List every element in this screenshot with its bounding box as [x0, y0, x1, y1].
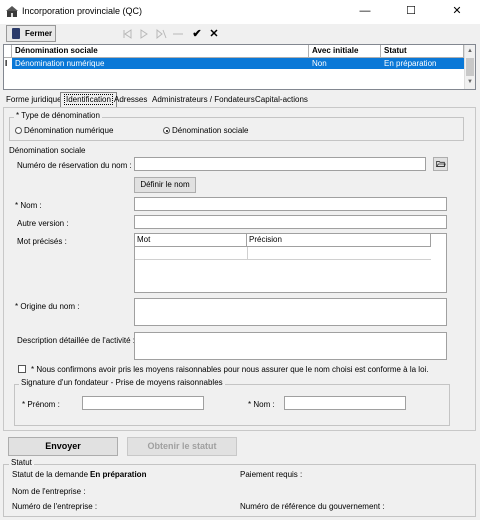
- first-icon[interactable]: [120, 27, 134, 41]
- radio-numerique[interactable]: Dénomination numérique: [15, 126, 113, 135]
- mots-header-mot[interactable]: Mot: [135, 234, 247, 247]
- grid-header-denomination[interactable]: Dénomination sociale: [12, 45, 309, 58]
- grid-header-initiale[interactable]: Avec initiale: [309, 45, 381, 58]
- scroll-down-icon[interactable]: ▼: [467, 79, 473, 85]
- close-window-button[interactable]: ✕: [434, 0, 480, 22]
- prenom-label: * Prénom :: [22, 400, 60, 409]
- cell-denomination[interactable]: Dénomination numérique: [12, 58, 309, 69]
- table-row[interactable]: I Dénomination numérique Non En préparat…: [4, 58, 464, 69]
- close-form-button[interactable]: Fermer: [6, 25, 56, 42]
- confirm-checkbox[interactable]: [18, 365, 26, 373]
- description-label: Description détaillée de l'activité :: [17, 336, 136, 345]
- statut-demande-value: En préparation: [90, 470, 147, 479]
- radio-numerique-icon[interactable]: [15, 127, 22, 135]
- grid-header-statut[interactable]: Statut: [381, 45, 464, 58]
- check-icon[interactable]: ✔: [190, 27, 204, 41]
- last-icon[interactable]: [171, 27, 185, 41]
- nom-entreprise-label: Nom de l'entreprise :: [12, 487, 86, 496]
- origine-textarea[interactable]: [134, 298, 447, 326]
- toolbar: Fermer ✔ ✕: [0, 24, 480, 44]
- tab-administrateurs[interactable]: Administrateurs / Fondateurs: [149, 93, 258, 107]
- signature-title: Signature d'un fondateur - Prise de moye…: [19, 378, 225, 387]
- numero-entreprise-label: Numéro de l'entreprise :: [12, 502, 98, 511]
- paiement-label: Paiement requis :: [240, 470, 303, 479]
- denomination-group-title: Dénomination sociale: [9, 146, 86, 155]
- reservation-label: Numéro de réservation du nom :: [17, 161, 132, 170]
- prenom-input[interactable]: [82, 396, 204, 410]
- mots-empty-row[interactable]: [135, 247, 431, 260]
- maximize-button[interactable]: ☐: [388, 0, 434, 22]
- close-form-label: Fermer: [25, 29, 53, 38]
- autre-version-input[interactable]: [134, 215, 447, 229]
- scroll-up-icon[interactable]: ▲: [467, 48, 473, 54]
- denomination-grid[interactable]: Dénomination sociale Avec initiale Statu…: [3, 44, 476, 90]
- scroll-thumb[interactable]: [466, 58, 474, 76]
- minimize-button[interactable]: —: [342, 0, 388, 22]
- signature-nom-label: * Nom :: [248, 400, 275, 409]
- tab-identification[interactable]: Identification: [60, 92, 117, 107]
- grid-scrollbar[interactable]: ▲ ▼: [464, 45, 475, 89]
- radio-sociale-label: Dénomination sociale: [172, 126, 249, 135]
- row-indicator: I: [4, 58, 12, 69]
- tab-capital-actions[interactable]: Capital-actions: [252, 93, 311, 107]
- statut-demande-label: Statut de la demande :: [12, 470, 93, 479]
- next-icon[interactable]: [154, 27, 168, 41]
- cell-initiale[interactable]: Non: [309, 58, 381, 69]
- tab-adresses[interactable]: Adresses: [111, 93, 150, 107]
- radio-sociale[interactable]: Dénomination sociale: [163, 126, 249, 135]
- radio-numerique-label: Dénomination numérique: [24, 126, 114, 135]
- define-name-button[interactable]: Définir le nom: [134, 177, 196, 193]
- description-textarea[interactable]: [134, 332, 447, 360]
- mots-label: Mot précisés :: [17, 237, 67, 246]
- open-folder-icon[interactable]: [433, 157, 448, 171]
- tab-identification-label: Identification: [64, 94, 113, 105]
- confirm-label: * Nous confirmons avoir pris les moyens …: [31, 365, 429, 374]
- nom-input[interactable]: [134, 197, 447, 211]
- mots-table[interactable]: Mot Précision: [134, 233, 447, 293]
- mots-header-precision[interactable]: Précision: [247, 234, 431, 247]
- nom-label: * Nom :: [15, 201, 42, 210]
- prev-icon[interactable]: [137, 27, 151, 41]
- signature-nom-input[interactable]: [284, 396, 406, 410]
- delete-icon[interactable]: ✕: [207, 27, 221, 41]
- title-bar: Incorporation provinciale (QC) — ☐ ✕: [0, 0, 480, 24]
- mots-row-divider: [247, 247, 248, 260]
- radio-sociale-icon[interactable]: [163, 127, 170, 135]
- statut-title: Statut: [9, 458, 34, 467]
- grid-corner: [4, 45, 12, 58]
- origine-label: * Origine du nom :: [15, 302, 80, 311]
- autre-version-label: Autre version :: [17, 219, 69, 228]
- type-denomination-title: * Type de dénomination: [14, 111, 102, 120]
- door-icon: [12, 28, 20, 39]
- window-title: Incorporation provinciale (QC): [22, 6, 143, 16]
- numero-reference-label: Numéro de référence du gouvernement :: [240, 502, 385, 511]
- send-button[interactable]: Envoyer: [8, 437, 118, 456]
- reservation-input[interactable]: [134, 157, 426, 171]
- tab-forme-juridique[interactable]: Forme juridique: [3, 93, 65, 107]
- get-status-button[interactable]: Obtenir le statut: [127, 437, 237, 456]
- cell-statut[interactable]: En préparation: [381, 58, 464, 69]
- app-icon: [6, 6, 18, 17]
